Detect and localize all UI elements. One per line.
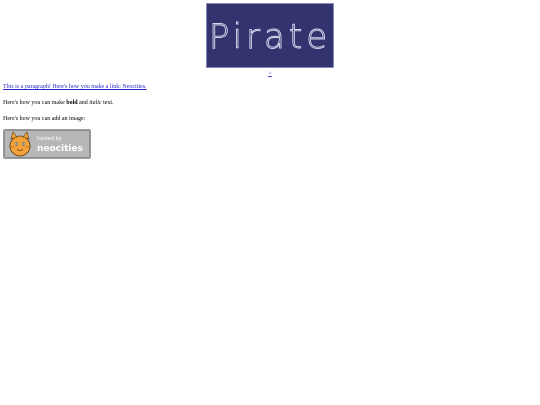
- neocities-paragraph-link[interactable]: This is a paragraph! Here's how you make…: [3, 84, 147, 90]
- next-arrow-link[interactable]: >: [268, 71, 271, 77]
- paragraph-image: Here's how you can add an image:: [3, 116, 86, 122]
- logo-banner-link[interactable]: Pirate: [206, 3, 334, 68]
- paragraph-text: text.: [101, 100, 114, 106]
- italic-text: italic: [89, 100, 102, 106]
- pirate-logo-banner: Pirate: [206, 3, 334, 68]
- badge-container: hosted by neocities: [3, 129, 537, 159]
- neocities-badge[interactable]: hosted by neocities: [3, 129, 91, 159]
- logo-text: Pirate: [209, 17, 331, 57]
- badge-neocities-text: neocities: [37, 144, 83, 154]
- paragraph-formatting: Here's how you can make bold and italic …: [3, 99, 537, 107]
- cat-mascot-icon: [9, 131, 31, 157]
- paragraph-text: and: [77, 100, 90, 106]
- badge-hosted-text: hosted by: [37, 136, 62, 142]
- page: Pirate > This is a paragraph! Here's how…: [0, 0, 540, 159]
- paragraph-link: This is a paragraph! Here's how you make…: [3, 83, 537, 91]
- header: Pirate >: [3, 3, 537, 77]
- bold-text: bold: [66, 100, 78, 106]
- paragraph-text: Here's how you can make: [3, 100, 67, 106]
